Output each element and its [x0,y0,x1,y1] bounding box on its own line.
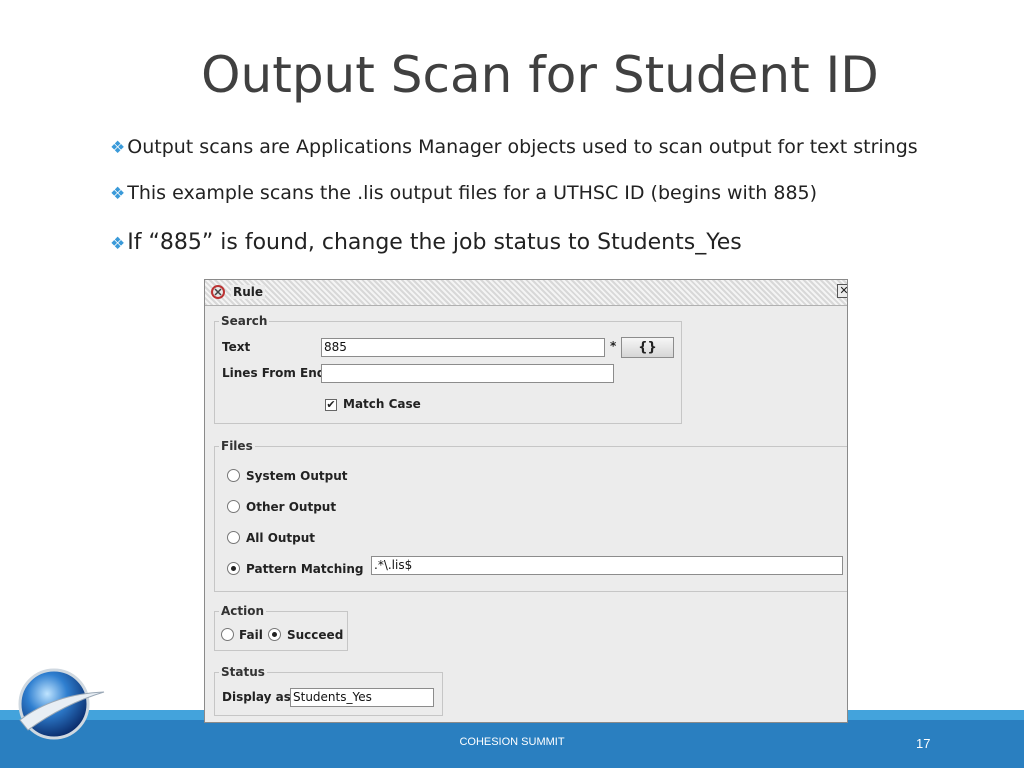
close-icon[interactable]: ✕ [837,284,847,298]
bullet-3: ❖If “885” is found, change the job statu… [110,230,742,255]
dialog-titlebar[interactable]: Rule ✕ [205,280,847,306]
files-group-label: Files [219,439,255,453]
slide-title: Output Scan for Student ID [201,46,879,104]
text-input[interactable]: 885 [321,338,605,357]
pattern-matching-label[interactable]: Pattern Matching [246,562,364,576]
diamond-bullet-icon: ❖ [110,234,126,254]
search-group-label: Search [219,314,270,328]
diamond-bullet-icon: ❖ [110,184,126,204]
all-output-label[interactable]: All Output [246,531,315,545]
other-output-label[interactable]: Other Output [246,500,336,514]
bullet-3-text: If “885” is found, change the job status… [127,230,742,255]
braces-button[interactable]: {} [621,337,674,358]
app-icon [211,285,225,299]
lines-from-end-label: Lines From End [222,366,326,380]
system-output-label[interactable]: System Output [246,469,348,483]
radio-selected-dot [272,632,277,637]
pattern-input[interactable]: .*\.lis$ [371,556,843,575]
bullet-1-text: Output scans are Applications Manager ob… [127,136,918,158]
match-case-label[interactable]: Match Case [343,397,421,411]
radio-system-output[interactable] [227,469,240,482]
text-label: Text [222,340,251,354]
fail-label[interactable]: Fail [239,628,263,642]
match-case-checkbox[interactable]: ✔ [325,399,337,411]
action-group-label: Action [219,604,267,618]
bullet-2: ❖ This example scans the .lis output file… [110,182,817,204]
display-as-input[interactable]: Students_Yes [290,688,434,707]
lines-from-end-input[interactable] [321,364,614,383]
succeed-label[interactable]: Succeed [287,628,343,642]
diamond-bullet-icon: ❖ [110,138,126,158]
required-mark: * [610,339,617,353]
radio-fail[interactable] [221,628,234,641]
footer-text: COHESION SUMMIT [459,736,565,748]
radio-selected-dot [231,566,236,571]
rule-dialog[interactable]: Rule ✕ Search Text 885 * {} Lines From E… [204,279,848,723]
radio-pattern-matching[interactable] [227,562,240,575]
radio-succeed[interactable] [268,628,281,641]
display-as-label: Display as [222,690,291,704]
page-number: 17 [916,736,931,751]
radio-other-output[interactable] [227,500,240,513]
bullet-2-text: This example scans the .lis output files… [127,182,818,204]
radio-all-output[interactable] [227,531,240,544]
globe-logo-icon [18,668,105,740]
status-group-label: Status [219,665,267,679]
dialog-title: Rule [231,285,266,299]
bullet-1: ❖ Output scans are Applications Manager o… [110,136,918,158]
